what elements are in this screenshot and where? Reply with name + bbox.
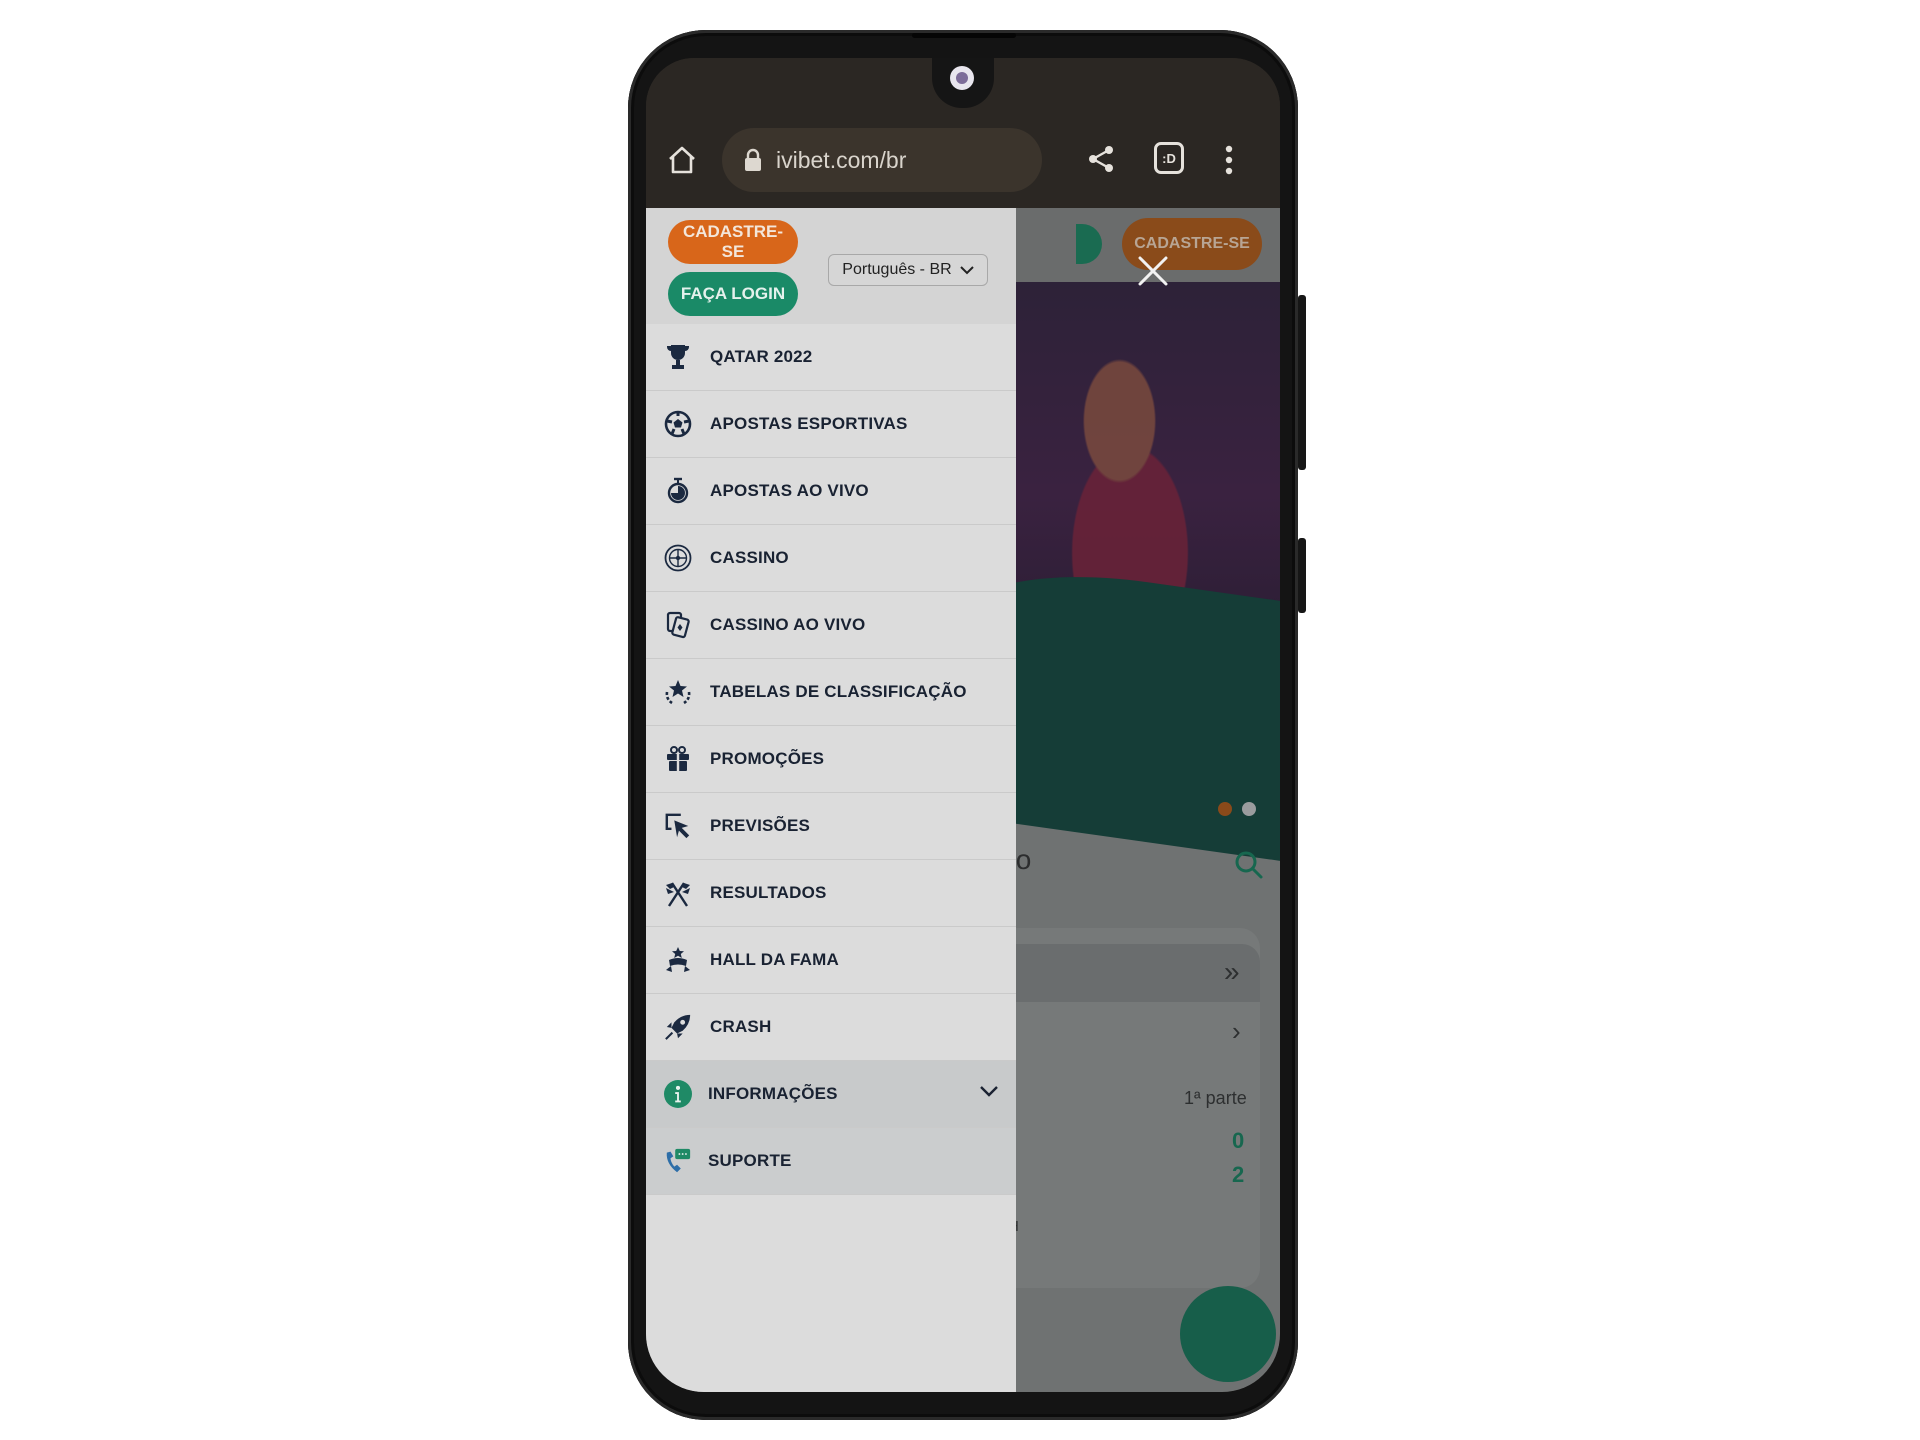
language-select[interactable]: Português - BR (828, 254, 988, 286)
menu-item-promocoes[interactable]: PROMOÇÕES (646, 726, 1016, 793)
menu-item-label: APOSTAS AO VIVO (710, 481, 869, 500)
lock-icon (745, 148, 761, 171)
home-icon[interactable] (666, 144, 698, 176)
laurel-star-icon (664, 678, 692, 706)
drawer-header: CADASTRE-SE FAÇA LOGIN Português - BR (646, 208, 1016, 324)
menu-item-crash[interactable]: CRASH (646, 994, 1016, 1061)
tabs-icon[interactable]: :D (1154, 142, 1184, 174)
share-icon[interactable] (1086, 144, 1116, 174)
menu-item-label: QATAR 2022 (710, 347, 813, 366)
rocket-icon (664, 1013, 692, 1041)
carousel-dot[interactable] (1242, 802, 1256, 816)
support-chat-icon (664, 1147, 692, 1175)
side-menu-drawer: CADASTRE-SE FAÇA LOGIN Português - BR QA… (646, 208, 1016, 1392)
menu-item-label: TABELAS DE CLASSIFICAÇÃO (710, 682, 967, 701)
menu-item-previsoes[interactable]: PREVISÕES (646, 793, 1016, 860)
carousel-dots (1218, 802, 1256, 816)
menu-item-qatar-2022[interactable]: QATAR 2022 (646, 324, 1016, 391)
trophy-icon (664, 343, 692, 371)
score-home: 0 (1232, 1128, 1245, 1153)
cards-icon (664, 611, 692, 639)
chevron-down-icon (959, 266, 974, 275)
carousel-dot-active[interactable] (1218, 802, 1232, 816)
menu-item-cassino-ao-vivo[interactable]: CASSINO AO VIVO (646, 592, 1016, 659)
phone-screen: ivibet.com/br :D CADASTRE-SE ssino (646, 58, 1280, 1392)
menu-item-label: PROMOÇÕES (710, 749, 825, 768)
soccer-ball-icon (664, 410, 692, 438)
menu-item-apostas-esportivas[interactable]: APOSTAS ESPORTIVAS (646, 391, 1016, 458)
volume-button (1298, 295, 1306, 470)
menu-item-informacoes[interactable]: INFORMAÇÕES (646, 1061, 1016, 1128)
score-away: 2 (1232, 1162, 1245, 1187)
cursor-select-icon (664, 812, 692, 840)
chevron-down-icon[interactable] (980, 1085, 998, 1097)
crossed-flags-icon (664, 879, 692, 907)
menu-item-label: INFORMAÇÕES (708, 1084, 838, 1103)
speaker-grille (912, 33, 1016, 38)
more-icon[interactable] (1224, 144, 1234, 176)
menu-item-label: CRASH (710, 1017, 772, 1036)
login-button[interactable]: FAÇA LOGIN (668, 272, 798, 316)
info-icon (664, 1080, 692, 1108)
address-bar[interactable]: ivibet.com/br (722, 128, 1042, 192)
menu-item-suporte[interactable]: SUPORTE (646, 1128, 1016, 1195)
register-button[interactable]: CADASTRE-SE (668, 220, 798, 264)
menu-item-label: PREVISÕES (710, 816, 811, 835)
front-camera (950, 66, 974, 90)
menu-item-resultados[interactable]: RESULTADOS (646, 860, 1016, 927)
menu-item-label: SUPORTE (708, 1151, 792, 1170)
power-button (1298, 538, 1306, 613)
search-icon (1235, 851, 1263, 879)
period-label: 1ª parte (1184, 1088, 1247, 1108)
menu-item-hall-da-fama[interactable]: HALL DA FAMA (646, 927, 1016, 994)
betslip-fab (1180, 1286, 1276, 1382)
menu-item-label: APOSTAS ESPORTIVAS (710, 414, 908, 433)
roulette-icon (664, 544, 692, 572)
chevron-right-icon: › (1232, 1016, 1241, 1046)
menu-item-label: HALL DA FAMA (710, 950, 839, 969)
close-icon[interactable] (1136, 254, 1170, 288)
menu-item-label: CASSINO (710, 548, 789, 567)
double-chevron-right-icon: » (1224, 956, 1240, 987)
menu-item-label: CASSINO AO VIVO (710, 615, 866, 634)
url-text: ivibet.com/br (776, 146, 907, 173)
stopwatch-icon (664, 477, 692, 505)
menu-item-tabelas-de-classificacao[interactable]: TABELAS DE CLASSIFICAÇÃO (646, 659, 1016, 726)
background-login-button (1076, 224, 1102, 264)
podium-star-icon (664, 946, 692, 974)
gift-icon (664, 745, 692, 773)
menu-item-apostas-ao-vivo[interactable]: APOSTAS AO VIVO (646, 458, 1016, 525)
menu-item-cassino[interactable]: CASSINO (646, 525, 1016, 592)
main-menu: QATAR 2022 APOSTAS ESPORTIVAS APOSTAS AO… (646, 324, 1016, 1195)
menu-item-label: RESULTADOS (710, 883, 827, 902)
language-value: Português - BR (842, 261, 952, 278)
